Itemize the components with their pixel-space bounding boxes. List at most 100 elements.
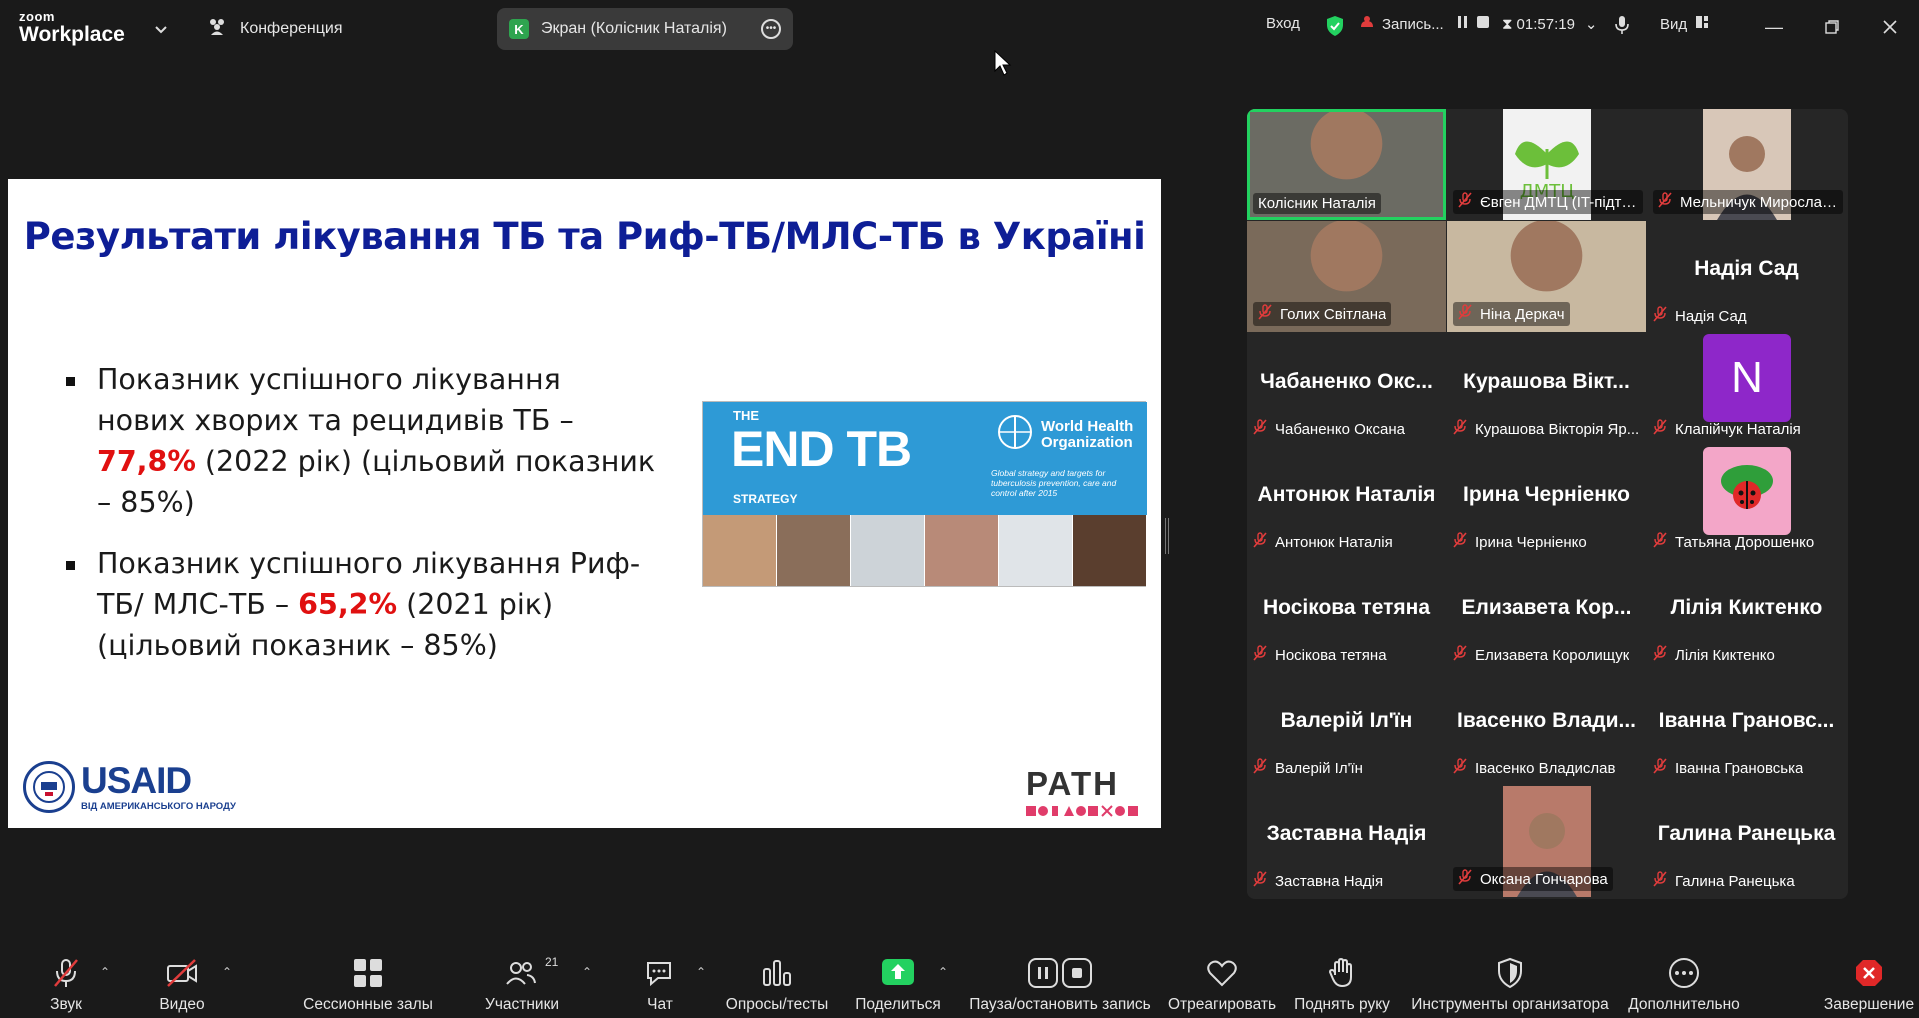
participant-tile[interactable]: Оксана Гончарова — [1447, 786, 1646, 897]
participant-name-label: Носікова тетяна — [1253, 645, 1387, 665]
participant-tile[interactable]: Елизавета Кор... Елизавета Королищук — [1447, 560, 1646, 671]
participant-name: Ірина Черніенко — [1475, 533, 1587, 551]
participant-tile[interactable]: Татьяна Дорошенко — [1647, 447, 1846, 558]
timer-value: 01:57:19 — [1516, 15, 1575, 33]
participant-display-name: Курашова Вікт... — [1463, 370, 1630, 393]
breakout-rooms-button[interactable]: Сессионные залы — [298, 945, 438, 1018]
pause-stop-icon — [1028, 957, 1092, 989]
bullet-highlight: 77,8% — [97, 445, 196, 478]
participant-name-label: Чабаненко Оксана — [1253, 419, 1405, 439]
reactions-button[interactable]: Отреагировать — [1168, 945, 1276, 1018]
recording-label: Запись... — [1382, 15, 1444, 33]
participants-icon: 21 — [505, 955, 558, 989]
end-tb-strategy-image: THE END TB STRATEGY World Health Organiza… — [702, 401, 1147, 587]
mic-icon[interactable] — [1614, 15, 1630, 35]
participant-tile[interactable]: Колісник Наталія — [1247, 109, 1446, 220]
shield-icon[interactable] — [1325, 15, 1345, 37]
participant-tile[interactable]: Надія Сад Надія Сад — [1647, 221, 1846, 332]
participant-tile[interactable]: Івасенко Влади... Івасенко Владислав — [1447, 673, 1646, 784]
participant-name-label: Заставна Надія — [1253, 871, 1383, 891]
mic-muted-icon — [1653, 758, 1667, 778]
brand-bottom: Workplace — [19, 23, 125, 46]
participant-tile[interactable]: Голих Світлана — [1247, 221, 1446, 332]
audio-options-chevron-icon[interactable]: ⌃ — [100, 965, 110, 979]
participants-button[interactable]: 21 Участники — [482, 945, 562, 1018]
resize-handle[interactable] — [1165, 518, 1169, 554]
polls-button[interactable]: Опросы/тесты — [725, 945, 829, 1018]
participant-tile[interactable]: Валерій Іл'їн Валерій Іл'їн — [1247, 673, 1446, 784]
participant-name-label: Івасенко Владислав — [1453, 758, 1615, 778]
slide-title: Результати лікування ТБ та Риф-ТБ/МЛС-ТБ… — [23, 215, 1146, 258]
raise-hand-button[interactable]: Поднять руку — [1292, 945, 1392, 1018]
participant-tile[interactable]: Іванна Грановс... Іванна Грановська — [1647, 673, 1846, 784]
participant-tile[interactable]: Ніна Деркач — [1447, 221, 1646, 332]
recording-indicator[interactable]: Запись... — [1358, 15, 1490, 33]
pause-stop-recording-button[interactable]: Пауза/остановить запись — [968, 945, 1152, 1018]
audio-button[interactable]: Звук — [40, 945, 92, 1018]
participant-name-label: Голих Світлана — [1253, 302, 1392, 326]
usaid-word: USAID — [81, 760, 192, 801]
login-link[interactable]: Вход — [1266, 15, 1300, 32]
mic-muted-icon — [51, 957, 81, 989]
participant-name-label: Ніна Деркач — [1453, 302, 1570, 326]
path-pattern-icon — [1026, 804, 1138, 822]
conference-menu[interactable]: Конференция — [206, 16, 343, 41]
chevron-down-icon[interactable] — [152, 20, 170, 38]
participant-tile[interactable]: Заставна Надія Заставна Надія — [1247, 786, 1446, 897]
participant-tile[interactable]: Носікова тетяна Носікова тетяна — [1247, 560, 1446, 671]
participant-tile[interactable]: Антонюк Наталія Антонюк Наталія — [1247, 447, 1446, 558]
participant-name: Елизавета Королищук — [1475, 646, 1630, 664]
participant-tile[interactable]: N Клапійчук Наталія — [1647, 334, 1846, 445]
grid-icon — [352, 957, 384, 989]
host-tools-button[interactable]: Инструменты организатора — [1410, 945, 1610, 1018]
participant-tile[interactable]: Ірина Черніенко Ірина Черніенко — [1447, 447, 1646, 558]
video-options-chevron-icon[interactable]: ⌃ — [222, 965, 232, 979]
close-icon[interactable] — [1878, 15, 1902, 39]
end-meeting-button[interactable]: Завершение — [1824, 945, 1914, 1018]
mic-muted-icon — [1453, 645, 1467, 665]
heart-icon — [1206, 957, 1238, 989]
view-icon — [1695, 15, 1709, 33]
restore-icon[interactable] — [1820, 15, 1844, 39]
mic-muted-icon — [1453, 758, 1467, 778]
mic-muted-icon — [1253, 645, 1267, 665]
shared-screen-slide[interactable]: Результати лікування ТБ та Риф-ТБ/МЛС-ТБ… — [8, 179, 1161, 828]
participant-tile[interactable]: Мельничук Мирослава — [1647, 109, 1846, 220]
participant-tile[interactable]: Галина Ранецька Галина Ранецька — [1647, 786, 1846, 897]
video-button[interactable]: Видео — [156, 945, 208, 1018]
participant-display-name: Елизавета Кор... — [1461, 596, 1632, 619]
sharer-initial-badge: K — [509, 19, 529, 39]
mic-muted-icon — [1653, 419, 1667, 439]
participant-name: Надія Сад — [1675, 307, 1747, 325]
participant-display-name: Галина Ранецька — [1657, 822, 1836, 845]
participant-tile[interactable]: Курашова Вікт... Курашова Вікторія Яр... — [1447, 334, 1646, 445]
screen-share-pill[interactable]: K Экран (Колісник Наталія) ••• — [497, 8, 793, 50]
minimize-icon[interactable]: — — [1762, 15, 1786, 39]
participant-name: Заставна Надія — [1275, 872, 1384, 890]
pause-icon[interactable] — [1456, 15, 1470, 33]
participant-tile[interactable]: Чабаненко Окс... Чабаненко Оксана — [1247, 334, 1446, 445]
participant-name-label: Оксана Гончарова — [1453, 867, 1613, 891]
mic-muted-icon — [1253, 871, 1267, 891]
participant-gallery[interactable]: Колісник Наталія ДМТЦ Євген ДМТЦ (IT-підтр… — [1247, 109, 1848, 899]
view-menu[interactable]: Вид — [1660, 15, 1709, 33]
conference-label: Конференция — [240, 19, 343, 37]
path-logo: PATH — [1026, 767, 1138, 822]
participant-display-name: Івасенко Влади... — [1456, 709, 1636, 732]
share-screen-button[interactable]: Поделиться — [855, 945, 941, 1018]
timer[interactable]: ⧗ 01:57:19 ⌄ — [1502, 15, 1598, 34]
share-options-chevron-icon[interactable]: ⌃ — [938, 965, 948, 979]
usaid-seal-icon — [23, 761, 75, 813]
participants-options-chevron-icon[interactable]: ⌃ — [582, 965, 592, 979]
who-emblem-icon — [993, 412, 1037, 457]
stop-icon[interactable] — [1476, 15, 1490, 33]
participant-name-label: Елизавета Королищук — [1453, 645, 1629, 665]
participant-name: Клапійчук Наталія — [1675, 420, 1801, 438]
more-button[interactable]: Дополнительно — [1624, 945, 1744, 1018]
more-icon[interactable]: ••• — [761, 19, 781, 39]
chat-button[interactable]: Чат — [642, 945, 678, 1018]
chat-options-chevron-icon[interactable]: ⌃ — [696, 965, 706, 979]
participant-tile[interactable]: Лілія Киктенко Лілія Киктенко — [1647, 560, 1846, 671]
participant-name-label: Антонюк Наталія — [1253, 532, 1393, 552]
participant-tile[interactable]: ДМТЦ Євген ДМТЦ (IT-підтр... — [1447, 109, 1646, 220]
